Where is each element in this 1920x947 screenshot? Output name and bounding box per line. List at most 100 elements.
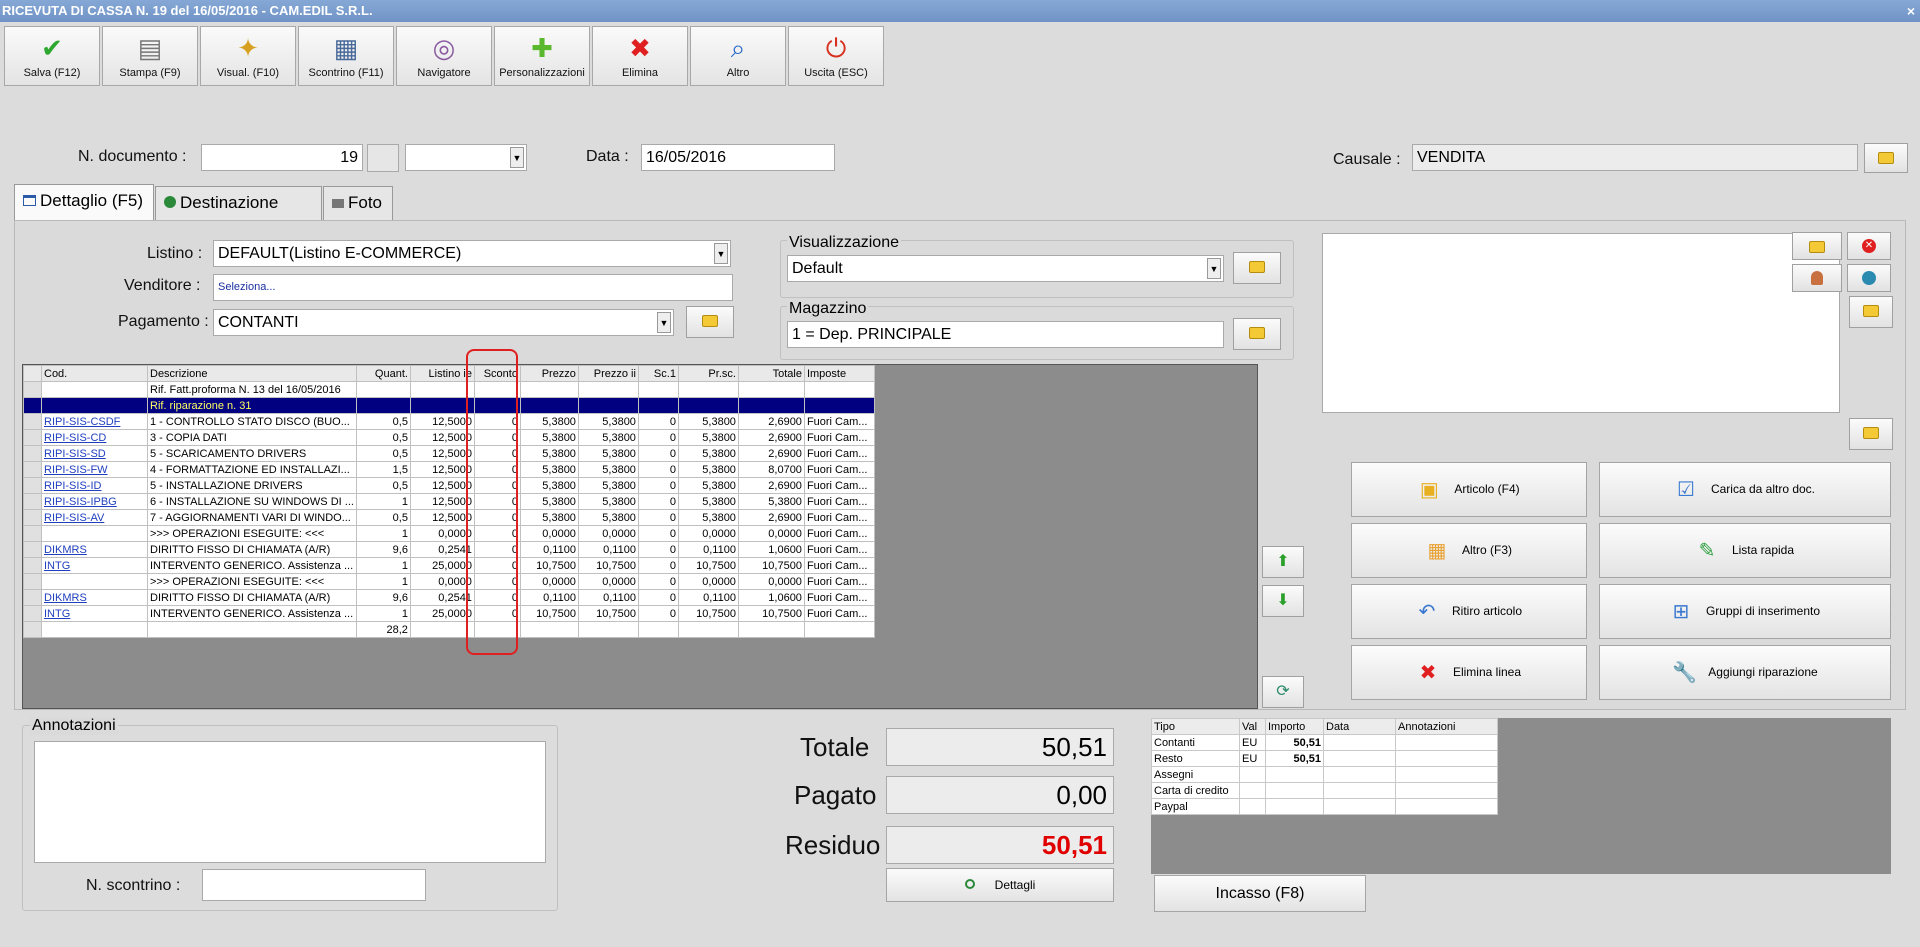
payment-cell[interactable]: Paypal [1151, 798, 1240, 815]
table-cell[interactable]: INTG [41, 557, 148, 574]
table-cell[interactable]: 5,3800 [577, 445, 639, 462]
move-down-button[interactable]: ⬇ [1262, 585, 1304, 617]
payment-column-header[interactable]: Data [1323, 718, 1396, 735]
payment-cell[interactable]: 50,51 [1265, 734, 1324, 751]
table-cell[interactable]: 10,7500 [519, 557, 579, 574]
visualizzazione-folder-button[interactable] [1233, 252, 1281, 284]
table-cell[interactable] [519, 381, 579, 398]
table-cell[interactable]: 1 [355, 605, 411, 622]
date-input[interactable]: 16/05/2016 [641, 144, 835, 171]
column-header[interactable]: Descrizione [147, 365, 357, 382]
table-cell[interactable]: 10,7500 [519, 605, 579, 622]
table-cell[interactable] [355, 381, 411, 398]
action-button-3[interactable]: ✎ Lista rapida [1599, 523, 1891, 578]
causale-folder-button[interactable] [1864, 143, 1908, 173]
payment-cell[interactable] [1323, 782, 1396, 799]
table-cell[interactable]: 7 - AGGIORNAMENTI VARI DI WINDO... [147, 509, 357, 526]
table-row[interactable]: RIPI-SIS-FW 4 - FORMATTAZIONE ED INSTALLA… [23, 461, 875, 478]
table-cell[interactable]: 5,3800 [519, 445, 579, 462]
table-row[interactable]: Rif. Fatt.proforma N. 13 del 16/05/2016 [23, 381, 875, 398]
table-cell[interactable]: 10,7500 [577, 557, 639, 574]
table-cell[interactable]: 0,0000 [519, 525, 579, 542]
payment-row[interactable]: Contanti EU 50,51 [1151, 734, 1498, 751]
table-cell[interactable]: 0 [637, 573, 679, 590]
table-cell[interactable] [577, 621, 639, 638]
customer-info-area[interactable] [1322, 233, 1840, 413]
table-row[interactable]: RIPI-SIS-AV 7 - AGGIORNAMENTI VARI DI WIN… [23, 509, 875, 526]
action-button-7[interactable]: 🔧 Aggiungi riparazione [1599, 645, 1891, 700]
row-indicator[interactable] [23, 493, 42, 510]
table-cell[interactable]: 0 [637, 445, 679, 462]
table-cell[interactable]: 0,0000 [737, 525, 805, 542]
table-cell[interactable]: 6 - INSTALLAZIONE SU WINDOWS DI ... [147, 493, 357, 510]
table-cell[interactable]: 2,6900 [737, 477, 805, 494]
table-cell[interactable]: 12,5000 [409, 477, 475, 494]
table-cell[interactable] [677, 381, 739, 398]
table-cell[interactable]: DIRITTO FISSO DI CHIAMATA (A/R) [147, 541, 357, 558]
row-indicator[interactable] [23, 381, 42, 398]
table-cell[interactable]: Fuori Cam... [803, 541, 875, 558]
row-indicator[interactable] [23, 621, 42, 638]
table-cell[interactable]: 12,5000 [409, 429, 475, 446]
payment-cell[interactable] [1239, 782, 1266, 799]
table-cell[interactable]: 9,6 [355, 589, 411, 606]
table-cell[interactable] [637, 621, 679, 638]
toolbar-button-2[interactable]: ✦ Visual. (F10) [200, 26, 296, 86]
table-cell[interactable]: 0,5 [355, 413, 411, 430]
table-cell[interactable] [519, 621, 579, 638]
column-header[interactable]: Totale [737, 365, 805, 382]
listino-select[interactable]: DEFAULT(Listino E-COMMERCE) ▼ [213, 240, 731, 267]
table-cell[interactable]: 2,6900 [737, 445, 805, 462]
table-row[interactable]: DIKMRS DIRITTO FISSO DI CHIAMATA (A/R) 9,6… [23, 541, 875, 558]
table-cell[interactable]: 25,0000 [409, 557, 475, 574]
table-cell[interactable]: 5,3800 [519, 413, 579, 430]
row-indicator[interactable] [23, 477, 42, 494]
table-row[interactable]: INTG INTERVENTO GENERICO. Assistenza ... 1… [23, 557, 875, 574]
column-header[interactable]: Prezzo ii [577, 365, 639, 382]
table-cell[interactable] [637, 397, 679, 414]
table-cell[interactable]: 0,1100 [577, 541, 639, 558]
table-cell[interactable]: 2,6900 [737, 413, 805, 430]
magazzino-input[interactable]: 1 = Dep. PRINCIPALE [787, 321, 1224, 348]
table-row[interactable]: RIPI-SIS-SD 5 - SCARICAMENTO DRIVERS 0,5 12… [23, 445, 875, 462]
payment-cell[interactable] [1323, 750, 1396, 767]
table-cell[interactable]: 0,1100 [519, 541, 579, 558]
annotazioni-textarea[interactable] [34, 741, 546, 863]
table-cell[interactable] [409, 397, 475, 414]
row-indicator[interactable] [23, 429, 42, 446]
toolbar-button-3[interactable]: ▦ Scontrino (F11) [298, 26, 394, 86]
table-cell[interactable]: 0,0000 [737, 573, 805, 590]
payment-cell[interactable]: Contanti [1151, 734, 1240, 751]
table-cell[interactable]: 5,3800 [577, 493, 639, 510]
table-cell[interactable]: 1,0600 [737, 589, 805, 606]
table-cell[interactable]: RIPI-SIS-CD [41, 429, 148, 446]
table-cell[interactable] [637, 381, 679, 398]
action-button-0[interactable]: ▣ Articolo (F4) [1351, 462, 1587, 517]
column-header[interactable]: Cod. [41, 365, 148, 382]
table-cell[interactable]: Fuori Cam... [803, 477, 875, 494]
extra-folder-button[interactable] [1849, 418, 1893, 450]
tab-foto[interactable]: Foto [323, 186, 393, 220]
visualizzazione-select[interactable]: Default ▼ [787, 255, 1224, 282]
tab-destinazione[interactable]: Destinazione (F7) [155, 186, 322, 244]
payment-cell[interactable] [1239, 766, 1266, 783]
info-folder-button[interactable] [1792, 232, 1842, 260]
table-cell[interactable]: Fuori Cam... [803, 461, 875, 478]
chevron-down-icon[interactable]: ▼ [657, 312, 671, 333]
payment-cell[interactable] [1395, 798, 1498, 815]
payment-cell[interactable]: Carta di credito [1151, 782, 1240, 799]
table-cell[interactable]: 0,0000 [677, 573, 739, 590]
table-cell[interactable]: Fuori Cam... [803, 557, 875, 574]
table-cell[interactable]: Fuori Cam... [803, 589, 875, 606]
payment-column-header[interactable]: Annotazioni [1395, 718, 1498, 735]
table-cell[interactable] [41, 621, 148, 638]
table-cell[interactable]: RIPI-SIS-CSDF [41, 413, 148, 430]
table-cell[interactable]: 0,2541 [409, 589, 475, 606]
table-row[interactable]: INTG INTERVENTO GENERICO. Assistenza ... 1… [23, 605, 875, 622]
toolbar-button-8[interactable]: ⏻ Uscita (ESC) [788, 26, 884, 86]
table-cell[interactable]: 1,0600 [737, 541, 805, 558]
table-cell[interactable]: Fuori Cam... [803, 413, 875, 430]
action-button-5[interactable]: ⊞ Gruppi di inserimento [1599, 584, 1891, 639]
table-cell[interactable]: 0 [637, 477, 679, 494]
table-row[interactable]: RIPI-SIS-CD 3 - COPIA DATI 0,5 12,5000 0 5,38… [23, 429, 875, 446]
